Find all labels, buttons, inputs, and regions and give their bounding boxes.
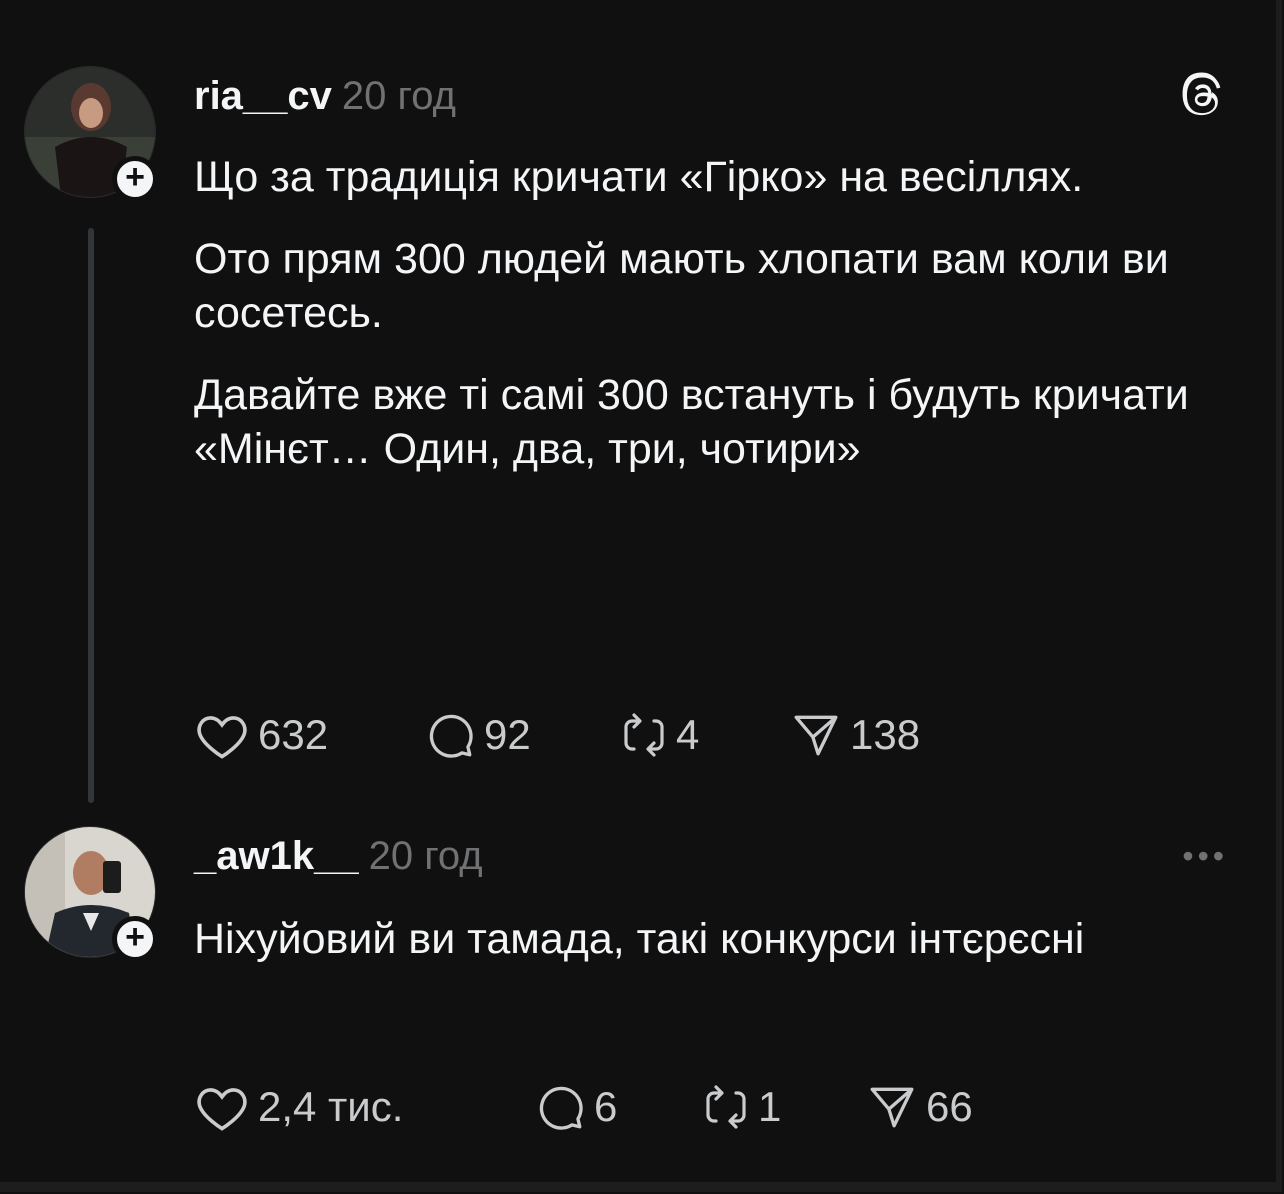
more-options-icon[interactable]: •••	[1182, 838, 1228, 875]
share-count: 138	[850, 711, 921, 758]
post-body: Що за традиція кричати «Гірко» на весілл…	[194, 150, 1204, 476]
share-button[interactable]: 138	[790, 710, 920, 760]
like-count: 632	[258, 711, 329, 758]
username[interactable]: ria__cv	[194, 74, 332, 118]
comment-icon	[429, 714, 473, 758]
comment-icon	[539, 1086, 583, 1130]
post-header: ria__cv 20 год	[194, 72, 456, 120]
timestamp: 20 год	[368, 834, 483, 878]
reply-count: 92	[484, 711, 531, 758]
like-button[interactable]: 2,4 тис.	[194, 1082, 534, 1132]
follow-plus-button[interactable]: +	[112, 916, 158, 962]
share-button[interactable]: 66	[866, 1082, 973, 1132]
repost-icon	[624, 713, 664, 757]
repost-count: 1	[758, 1083, 782, 1130]
repost-icon	[706, 1085, 746, 1129]
timestamp: 20 год	[341, 74, 456, 118]
repost-button[interactable]: 4	[620, 710, 790, 760]
heart-icon	[197, 1088, 247, 1131]
reply-button[interactable]: 6	[534, 1082, 702, 1132]
repost-button[interactable]: 1	[702, 1082, 866, 1132]
thread-connector-line	[88, 228, 94, 803]
post-actions: 632 92 4 138	[194, 708, 920, 762]
send-icon	[870, 1087, 914, 1128]
follow-plus-button[interactable]: +	[112, 156, 158, 202]
reply-count: 6	[594, 1083, 618, 1130]
post-paragraph: Ніхуйовий ви тамада, такі конкурси інтєр…	[194, 915, 1085, 963]
repost-count: 4	[676, 711, 700, 758]
username[interactable]: _aw1k__	[194, 834, 359, 878]
heart-icon	[197, 716, 247, 759]
post-paragraph: Ото прям 300 людей мають хлопати вам кол…	[194, 235, 1169, 337]
post-actions: 2,4 тис. 6 1 66	[194, 1080, 973, 1134]
send-icon	[794, 715, 838, 756]
like-button[interactable]: 632	[194, 710, 424, 760]
post-body: Ніхуйовий ви тамада, такі конкурси інтєр…	[194, 912, 1204, 966]
post-header: _aw1k__ 20 год	[194, 832, 483, 880]
like-count: 2,4 тис.	[258, 1083, 404, 1130]
post-paragraph: Давайте вже ті самі 300 встануть і будут…	[194, 371, 1189, 473]
post-paragraph: Що за традиція кричати «Гірко» на весілл…	[194, 153, 1084, 201]
reply-button[interactable]: 92	[424, 710, 620, 760]
threads-logo-icon[interactable]	[1180, 72, 1224, 125]
share-count: 66	[926, 1083, 973, 1130]
